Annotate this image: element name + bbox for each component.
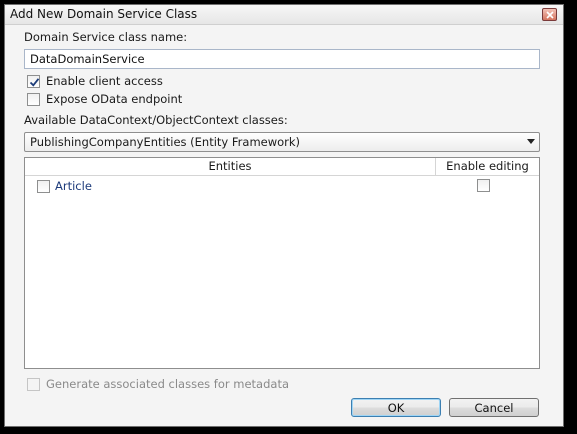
- metadata-label: Generate associated classes for metadata: [46, 377, 290, 391]
- enable-client-access-checkbox[interactable]: [27, 74, 40, 88]
- service-name-input[interactable]: [24, 49, 540, 69]
- metadata-checkbox[interactable]: [27, 377, 40, 391]
- entities-grid: Entities Enable editing Article: [24, 157, 540, 369]
- entities-grid-header: Entities Enable editing: [25, 158, 539, 176]
- dialog-window: Add New Domain Service Class Domain Serv…: [4, 4, 564, 427]
- enable-client-access-option[interactable]: Enable client access: [27, 74, 163, 88]
- ok-button[interactable]: OK: [351, 398, 441, 417]
- enable-editing-checkbox[interactable]: [477, 179, 490, 192]
- expose-odata-checkbox[interactable]: [27, 92, 40, 106]
- chevron-down-icon: [527, 139, 535, 144]
- checkmark-icon: [29, 77, 40, 87]
- dialog-title: Add New Domain Service Class: [10, 7, 198, 21]
- enable-client-access-label: Enable client access: [46, 74, 163, 88]
- column-header-entities[interactable]: Entities: [25, 158, 436, 175]
- close-button[interactable]: [542, 8, 557, 21]
- cancel-button[interactable]: Cancel: [449, 398, 539, 417]
- entity-select-checkbox[interactable]: [37, 180, 50, 193]
- column-header-enable-editing[interactable]: Enable editing: [436, 158, 539, 175]
- metadata-option[interactable]: Generate associated classes for metadata: [27, 377, 289, 391]
- title-bar[interactable]: Add New Domain Service Class: [5, 5, 563, 25]
- close-icon: [546, 11, 554, 19]
- context-classes-label: Available DataContext/ObjectContext clas…: [24, 113, 288, 127]
- service-name-label: Domain Service class name:: [24, 30, 188, 44]
- table-row: Article: [25, 177, 539, 195]
- context-class-dropdown[interactable]: PublishingCompanyEntities (Entity Framew…: [24, 132, 540, 152]
- expose-odata-option[interactable]: Expose OData endpoint: [27, 92, 182, 106]
- expose-odata-label: Expose OData endpoint: [46, 92, 183, 106]
- context-class-selected: PublishingCompanyEntities (Entity Framew…: [30, 135, 301, 149]
- entity-name: Article: [55, 179, 92, 193]
